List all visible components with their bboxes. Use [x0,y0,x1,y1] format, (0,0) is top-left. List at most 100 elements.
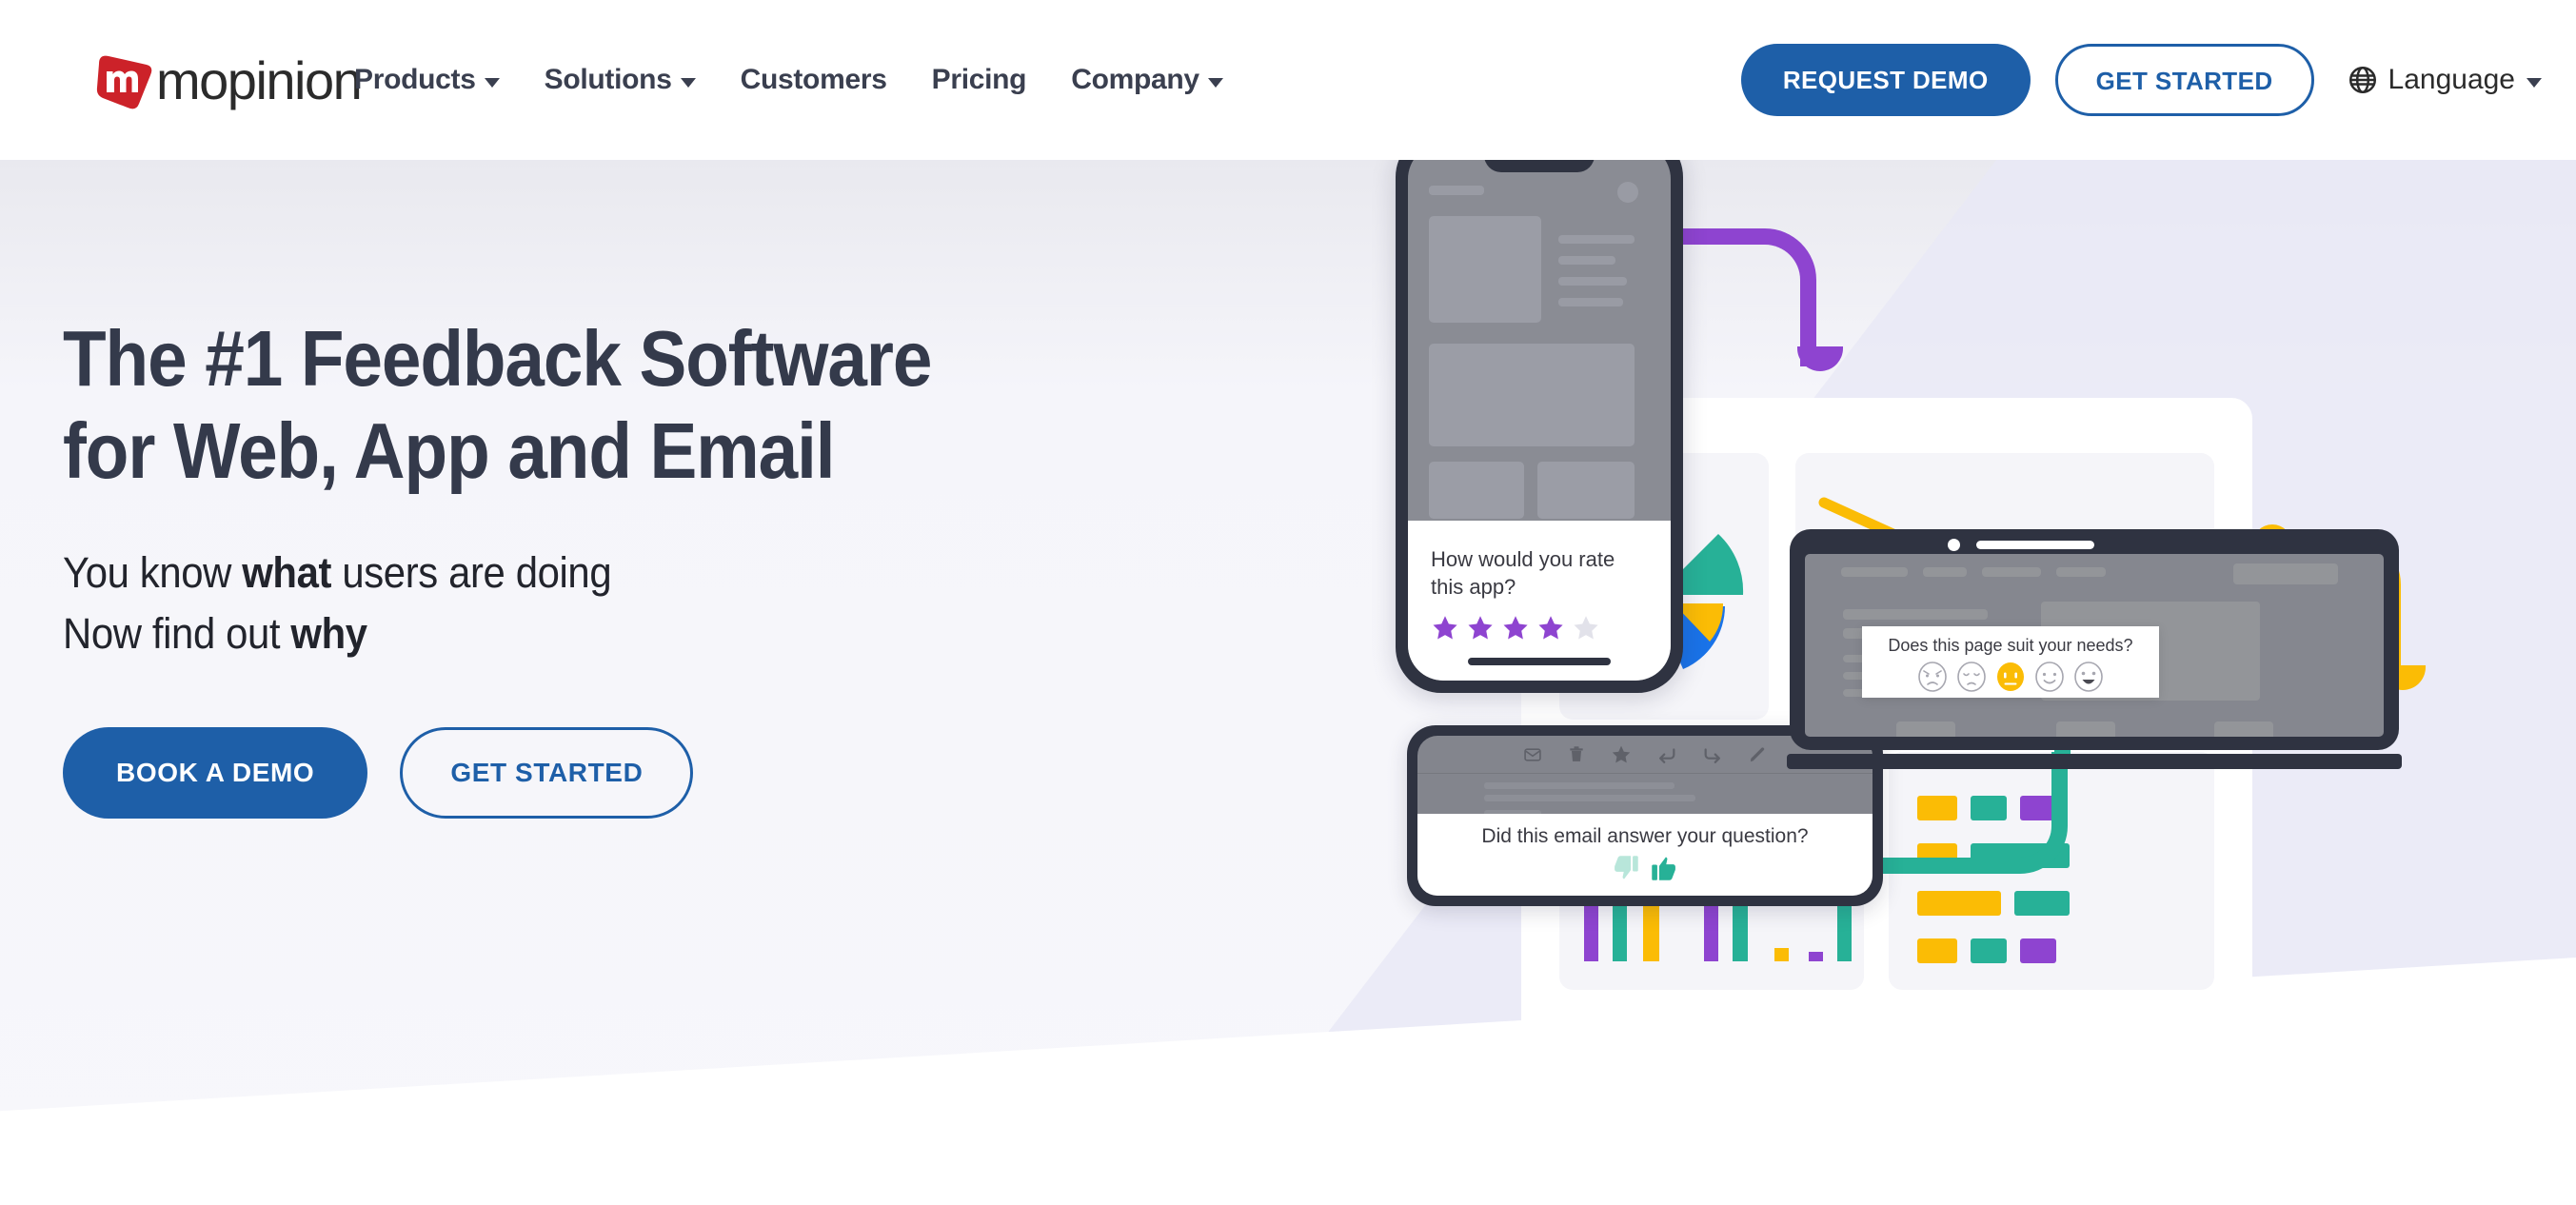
phone-skeleton-avatar [1617,182,1638,203]
email-body-skeleton [1417,774,1873,817]
hero-subtitle: You know what users are doing Now find o… [63,543,961,664]
star-icon[interactable] [1611,744,1632,765]
get-started-header-button[interactable]: GET STARTED [2054,44,2314,116]
star-icon[interactable] [1501,614,1530,642]
hero-title-line-2: for Web, App and Email [63,406,836,496]
star-icon[interactable] [1431,614,1459,642]
phone-skeleton-block [1429,462,1524,519]
phone-home-indicator [1468,658,1611,665]
thumbs-down-icon[interactable] [1608,852,1640,884]
hero-cta-group: BOOK A DEMO GET STARTED [63,727,1028,819]
site-header: mopinion Products Solutions Customers Pr… [0,0,2576,160]
hero-illustration: How would you rate this app? Did this em… [1276,160,2576,1205]
reply-icon[interactable] [1656,744,1677,765]
hero-subtitle-line-2: Now find out why [63,603,961,664]
nav-label: Products [354,64,476,95]
header-actions: REQUEST DEMO GET STARTED Language [1740,0,2542,160]
chevron-down-icon [484,77,500,88]
laptop-camera-icon [1948,539,1960,551]
hero-title-line-1: The #1 Feedback Software [63,314,932,403]
nav-label: Solutions [544,64,672,95]
hero-copy: The #1 Feedback Software for Web, App an… [63,312,1028,819]
laptop-skeleton-line [1982,567,2041,577]
sad-face-icon[interactable] [1955,661,1988,693]
page-title: The #1 Feedback Software for Web, App an… [63,312,932,497]
chevron-down-icon [1207,77,1223,88]
thumbs-up-icon[interactable] [1650,852,1682,884]
laptop-screen: Does this page suit your needs? [1805,554,2384,737]
sub2-pre: Now find out [63,609,291,659]
smiley-rating[interactable] [1862,661,2159,693]
sub1-post: users are doing [331,548,612,598]
laptop-mockup: Does this page suit your needs? [1787,529,2441,769]
hero-subtitle-line-1: You know what users are doing [63,543,961,603]
globe-icon [2348,67,2376,93]
star-icon-empty[interactable] [1572,614,1600,642]
nav-item-company[interactable]: Company [1071,64,1223,96]
nav-item-customers[interactable]: Customers [741,64,887,96]
very-happy-face-icon[interactable] [2072,661,2105,693]
nav-item-products[interactable]: Products [354,64,500,96]
laptop-widget-question: Does this page suit your needs? [1888,636,2133,655]
laptop-skeleton-line [1843,609,1988,620]
laptop-speaker-bar [1976,541,2094,549]
phone-feedback-widget: How would you rate this app? [1408,521,1671,681]
hero-section: The #1 Feedback Software for Web, App an… [0,160,2576,1205]
star-icon[interactable] [1536,614,1565,642]
happy-face-icon[interactable] [2033,661,2066,693]
star-rating[interactable] [1431,614,1648,642]
brand-name: mopinion [156,50,363,110]
sub1-bold: what [242,548,332,598]
phone-notch [1484,160,1595,172]
language-selector[interactable]: Language [2348,64,2542,96]
laptop-skeleton-line [1841,567,1908,577]
get-started-hero-button[interactable]: GET STARTED [400,727,694,819]
nav-label: Pricing [931,64,1027,95]
book-a-demo-button[interactable]: BOOK A DEMO [63,727,368,819]
laptop-skeleton-block [2056,721,2115,737]
m-logo-icon [91,49,156,113]
forward-icon[interactable] [1702,744,1723,765]
nav-item-pricing[interactable]: Pricing [932,64,1027,96]
email-skeleton-line [1484,795,1695,801]
envelope-icon[interactable] [1523,745,1542,764]
star-icon[interactable] [1466,614,1495,642]
language-label: Language [2388,64,2515,95]
phone-skeleton-line [1558,235,1635,244]
chevron-down-icon [2526,77,2542,88]
purple-pipe-end-knob [1797,346,1843,371]
phone-skeleton-block [1429,344,1635,446]
phone-skeleton-line [1429,186,1484,195]
phone-skeleton-line [1558,298,1623,306]
phone-skeleton-line [1558,256,1615,265]
trash-icon[interactable] [1567,745,1586,764]
email-widget-question: Did this email answer your question? [1481,825,1809,847]
main-navigation: Products Solutions Customers Pricing Com… [354,0,1223,160]
phone-screen: How would you rate this app? [1408,160,1671,681]
chevron-down-icon [680,77,696,88]
laptop-skeleton-block [2214,721,2273,737]
thumbs-rating[interactable] [1417,852,1873,884]
request-demo-button[interactable]: REQUEST DEMO [1740,44,2031,116]
email-skeleton-line [1484,782,1674,789]
phone-mockup: How would you rate this app? [1396,160,1683,693]
laptop-skeleton-line [1923,567,1967,577]
laptop-skeleton-button [2233,563,2338,584]
laptop-lid: Does this page suit your needs? [1790,529,2399,750]
nav-label: Customers [740,64,887,95]
nav-item-solutions[interactable]: Solutions [545,64,696,96]
laptop-skeleton-line [2056,567,2106,577]
brand-logo[interactable]: mopinion [91,48,363,114]
phone-widget-question: How would you rate this app? [1431,547,1615,600]
nav-label: Company [1071,64,1199,95]
phone-skeleton-line [1558,277,1627,286]
phone-skeleton-block [1537,462,1635,519]
laptop-feedback-widget: Does this page suit your needs? [1862,626,2159,698]
page-root: mopinion Products Solutions Customers Pr… [0,0,2576,1205]
laptop-skeleton-block [1896,721,1955,737]
neutral-face-icon[interactable] [1994,661,2027,693]
angry-face-icon[interactable] [1916,661,1949,693]
pencil-icon[interactable] [1748,745,1767,764]
email-feedback-widget: Did this email answer your question? [1417,814,1873,896]
phone-skeleton-block [1429,216,1541,323]
